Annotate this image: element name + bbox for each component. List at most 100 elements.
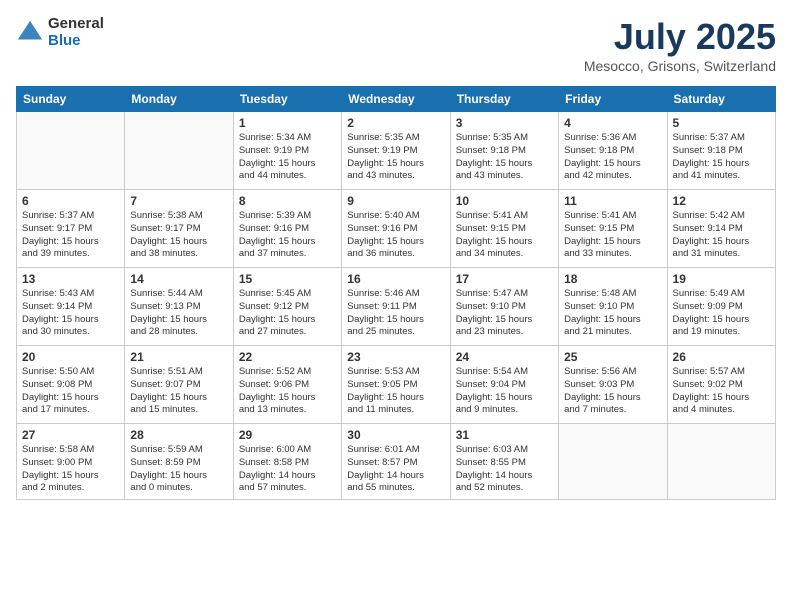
calendar-cell: [17, 112, 125, 190]
calendar-cell: [559, 424, 667, 500]
calendar-cell: 27 Sunrise: 5:58 AM Sunset: 9:00 PM Dayli…: [17, 424, 125, 500]
logo-general: General: [48, 16, 104, 33]
day-number: 19: [673, 272, 770, 286]
calendar-cell: 3 Sunrise: 5:35 AM Sunset: 9:18 PM Daylig…: [450, 112, 558, 190]
day-number: 20: [22, 350, 119, 364]
calendar-cell: 6 Sunrise: 5:37 AM Sunset: 9:17 PM Daylig…: [17, 190, 125, 268]
calendar-cell: 31 Sunrise: 6:03 AM Sunset: 8:55 PM Dayli…: [450, 424, 558, 500]
day-content: Sunrise: 5:48 AM Sunset: 9:10 PM Dayligh…: [564, 288, 661, 339]
calendar-cell: 4Sunrise: 5:36 AM Sunset: 9:18 PM Daylig…: [559, 112, 667, 190]
day-content: Sunrise: 5:59 AM Sunset: 8:59 PM Dayligh…: [130, 444, 227, 495]
weekday-header-row: SundayMondayTuesdayWednesdayThursdayFrid…: [17, 87, 776, 112]
weekday-header: Tuesday: [233, 87, 341, 112]
day-content: Sunrise: 6:01 AM Sunset: 8:57 PM Dayligh…: [347, 444, 444, 495]
day-content: Sunrise: 6:00 AM Sunset: 8:58 PM Dayligh…: [239, 444, 336, 495]
calendar-cell: 16 Sunrise: 5:46 AM Sunset: 9:11 PM Dayli…: [342, 268, 450, 346]
day-content: Sunrise: 5:46 AM Sunset: 9:11 PM Dayligh…: [347, 288, 444, 339]
day-number: 5: [673, 116, 770, 130]
day-number: 14: [130, 272, 227, 286]
day-number: 29: [239, 428, 336, 442]
day-number: 26: [673, 350, 770, 364]
calendar-cell: 18 Sunrise: 5:48 AM Sunset: 9:10 PM Dayli…: [559, 268, 667, 346]
weekday-header: Saturday: [667, 87, 775, 112]
day-content: Sunrise: 5:54 AM Sunset: 9:04 PM Dayligh…: [456, 366, 553, 417]
logo-icon: [16, 19, 44, 47]
calendar-cell: 22Sunrise: 5:52 AM Sunset: 9:06 PM Dayli…: [233, 346, 341, 424]
day-content: Sunrise: 5:39 AM Sunset: 9:16 PM Dayligh…: [239, 210, 336, 261]
day-number: 23: [347, 350, 444, 364]
day-number: 28: [130, 428, 227, 442]
calendar-cell: 21Sunrise: 5:51 AM Sunset: 9:07 PM Dayli…: [125, 346, 233, 424]
day-content: Sunrise: 5:44 AM Sunset: 9:13 PM Dayligh…: [130, 288, 227, 339]
day-number: 24: [456, 350, 553, 364]
calendar-cell: 30 Sunrise: 6:01 AM Sunset: 8:57 PM Dayli…: [342, 424, 450, 500]
calendar-cell: 26 Sunrise: 5:57 AM Sunset: 9:02 PM Dayli…: [667, 346, 775, 424]
calendar-cell: 13 Sunrise: 5:43 AM Sunset: 9:14 PM Dayli…: [17, 268, 125, 346]
calendar-cell: 23Sunrise: 5:53 AM Sunset: 9:05 PM Dayli…: [342, 346, 450, 424]
logo-blue: Blue: [48, 33, 104, 50]
calendar-cell: 7 Sunrise: 5:38 AM Sunset: 9:17 PM Daylig…: [125, 190, 233, 268]
day-number: 27: [22, 428, 119, 442]
day-content: Sunrise: 6:03 AM Sunset: 8:55 PM Dayligh…: [456, 444, 553, 495]
day-number: 17: [456, 272, 553, 286]
calendar-cell: 10Sunrise: 5:41 AM Sunset: 9:15 PM Dayli…: [450, 190, 558, 268]
day-number: 30: [347, 428, 444, 442]
calendar-cell: 28 Sunrise: 5:59 AM Sunset: 8:59 PM Dayli…: [125, 424, 233, 500]
day-number: 2: [347, 116, 444, 130]
day-number: 15: [239, 272, 336, 286]
week-row: 20Sunrise: 5:50 AM Sunset: 9:08 PM Dayli…: [17, 346, 776, 424]
location: Mesocco, Grisons, Switzerland: [584, 58, 776, 74]
calendar-cell: 2 Sunrise: 5:35 AM Sunset: 9:19 PM Daylig…: [342, 112, 450, 190]
calendar-cell: 5 Sunrise: 5:37 AM Sunset: 9:18 PM Daylig…: [667, 112, 775, 190]
day-content: Sunrise: 5:49 AM Sunset: 9:09 PM Dayligh…: [673, 288, 770, 339]
day-number: 16: [347, 272, 444, 286]
day-number: 31: [456, 428, 553, 442]
day-content: Sunrise: 5:41 AM Sunset: 9:15 PM Dayligh…: [564, 210, 661, 261]
day-number: 13: [22, 272, 119, 286]
day-number: 6: [22, 194, 119, 208]
title-block: July 2025 Mesocco, Grisons, Switzerland: [584, 16, 776, 74]
calendar-cell: 25 Sunrise: 5:56 AM Sunset: 9:03 PM Dayli…: [559, 346, 667, 424]
calendar-cell: 1 Sunrise: 5:34 AM Sunset: 9:19 PM Daylig…: [233, 112, 341, 190]
day-number: 1: [239, 116, 336, 130]
day-content: Sunrise: 5:37 AM Sunset: 9:18 PM Dayligh…: [673, 132, 770, 183]
week-row: 6 Sunrise: 5:37 AM Sunset: 9:17 PM Daylig…: [17, 190, 776, 268]
day-content: Sunrise: 5:41 AM Sunset: 9:15 PM Dayligh…: [456, 210, 553, 261]
day-content: Sunrise: 5:37 AM Sunset: 9:17 PM Dayligh…: [22, 210, 119, 261]
calendar-cell: 29 Sunrise: 6:00 AM Sunset: 8:58 PM Dayli…: [233, 424, 341, 500]
day-number: 25: [564, 350, 661, 364]
calendar-cell: 11Sunrise: 5:41 AM Sunset: 9:15 PM Dayli…: [559, 190, 667, 268]
day-content: Sunrise: 5:45 AM Sunset: 9:12 PM Dayligh…: [239, 288, 336, 339]
day-number: 18: [564, 272, 661, 286]
month-title: July 2025: [584, 16, 776, 58]
day-number: 12: [673, 194, 770, 208]
day-content: Sunrise: 5:38 AM Sunset: 9:17 PM Dayligh…: [130, 210, 227, 261]
day-number: 3: [456, 116, 553, 130]
week-row: 13 Sunrise: 5:43 AM Sunset: 9:14 PM Dayli…: [17, 268, 776, 346]
logo-text: General Blue: [48, 16, 104, 49]
calendar-cell: [125, 112, 233, 190]
calendar-cell: 20Sunrise: 5:50 AM Sunset: 9:08 PM Dayli…: [17, 346, 125, 424]
day-content: Sunrise: 5:56 AM Sunset: 9:03 PM Dayligh…: [564, 366, 661, 417]
calendar-cell: [667, 424, 775, 500]
week-row: 27 Sunrise: 5:58 AM Sunset: 9:00 PM Dayli…: [17, 424, 776, 500]
day-number: 7: [130, 194, 227, 208]
day-number: 9: [347, 194, 444, 208]
day-content: Sunrise: 5:35 AM Sunset: 9:19 PM Dayligh…: [347, 132, 444, 183]
calendar-cell: 9 Sunrise: 5:40 AM Sunset: 9:16 PM Daylig…: [342, 190, 450, 268]
day-number: 8: [239, 194, 336, 208]
calendar-cell: 15 Sunrise: 5:45 AM Sunset: 9:12 PM Dayli…: [233, 268, 341, 346]
day-content: Sunrise: 5:35 AM Sunset: 9:18 PM Dayligh…: [456, 132, 553, 183]
day-content: Sunrise: 5:47 AM Sunset: 9:10 PM Dayligh…: [456, 288, 553, 339]
day-content: Sunrise: 5:43 AM Sunset: 9:14 PM Dayligh…: [22, 288, 119, 339]
calendar-cell: 12Sunrise: 5:42 AM Sunset: 9:14 PM Dayli…: [667, 190, 775, 268]
day-content: Sunrise: 5:51 AM Sunset: 9:07 PM Dayligh…: [130, 366, 227, 417]
day-number: 4: [564, 116, 661, 130]
day-content: Sunrise: 5:34 AM Sunset: 9:19 PM Dayligh…: [239, 132, 336, 183]
day-content: Sunrise: 5:40 AM Sunset: 9:16 PM Dayligh…: [347, 210, 444, 261]
day-content: Sunrise: 5:58 AM Sunset: 9:00 PM Dayligh…: [22, 444, 119, 495]
day-content: Sunrise: 5:57 AM Sunset: 9:02 PM Dayligh…: [673, 366, 770, 417]
day-content: Sunrise: 5:52 AM Sunset: 9:06 PM Dayligh…: [239, 366, 336, 417]
calendar-cell: 24 Sunrise: 5:54 AM Sunset: 9:04 PM Dayli…: [450, 346, 558, 424]
calendar-cell: 8 Sunrise: 5:39 AM Sunset: 9:16 PM Daylig…: [233, 190, 341, 268]
